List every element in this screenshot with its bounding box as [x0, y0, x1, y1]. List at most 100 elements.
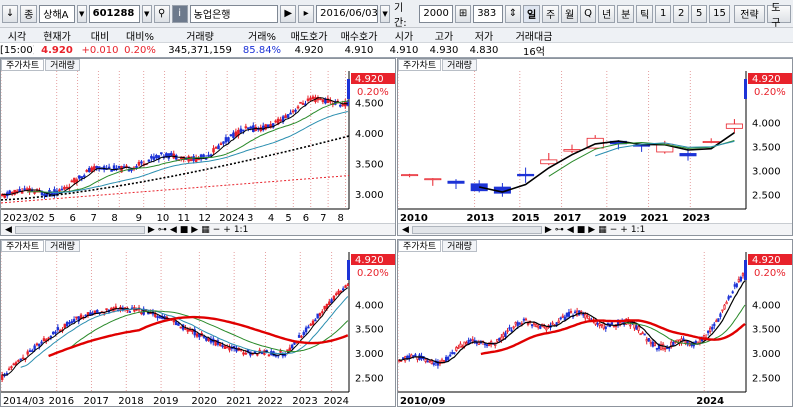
candle-body: [641, 332, 644, 335]
candle-body: [727, 296, 730, 300]
candle-body: [207, 154, 210, 157]
quote-value-change-pct: 0.20%: [124, 45, 156, 56]
strategy-button[interactable]: 전략: [733, 4, 766, 23]
chart-pane-daily[interactable]: 주가차트 거래량 4.500 4.000 3.500 3.000 4.920 0.20% 202…: [0, 58, 396, 236]
stop-icon[interactable]: ■: [180, 225, 189, 235]
candle-body: [318, 312, 322, 316]
scrollbar-track[interactable]: [411, 225, 542, 234]
candle-body: [207, 338, 210, 341]
scroll-left-icon[interactable]: ◀: [402, 225, 409, 235]
candle-body: [179, 157, 183, 160]
scroll-right-icon[interactable]: ▶: [148, 225, 155, 235]
market-select[interactable]: 상해A: [39, 4, 75, 23]
candle-body: [33, 345, 36, 350]
grid-icon[interactable]: ▦: [201, 225, 210, 235]
candle-body: [537, 325, 540, 328]
scrollbar-track[interactable]: [14, 225, 145, 234]
quote-header-bid: 매수호가: [340, 31, 378, 43]
zoom-fit-icon[interactable]: ⊶: [158, 225, 167, 235]
search-icon[interactable]: ⚲: [153, 4, 170, 23]
candle-body: [582, 313, 585, 316]
tab-volume[interactable]: 거래량: [442, 240, 477, 252]
timeframe-quarter[interactable]: Q: [580, 4, 597, 23]
scroll-left-icon[interactable]: ◀: [5, 225, 12, 235]
step-icon[interactable]: ▸: [298, 4, 315, 23]
candle-body: [524, 318, 528, 321]
chart-pane-monthly[interactable]: 주가차트 거래량 4.000 3.500 3.000 2.500 4.920 0.20% 201…: [397, 239, 793, 407]
next-icon[interactable]: ▶: [191, 225, 198, 235]
toolbar: ↓ 종 상해A ▼ 601288 ▼ ⚲ i 농업은행 ▶ ▸ 2016/06/…: [0, 0, 793, 29]
candle-body: [83, 175, 86, 178]
timeframe-1[interactable]: 1: [655, 4, 672, 23]
timeframe-month[interactable]: 월: [561, 4, 579, 23]
candle-body: [447, 180, 465, 184]
zoom-out-icon[interactable]: −: [610, 225, 618, 235]
candle-body: [239, 128, 243, 133]
prev-icon[interactable]: ◀: [567, 225, 574, 235]
price-chart[interactable]: 4.0003.5003.0002.5004.9200.20%2010 2013 20…: [398, 71, 792, 225]
zoom-fit-icon[interactable]: ⊶: [555, 225, 564, 235]
period-input[interactable]: 2000: [419, 4, 453, 23]
candle-body: [311, 96, 315, 99]
tab-price-chart[interactable]: 주가차트: [1, 240, 45, 252]
play-icon[interactable]: ▶: [280, 4, 297, 23]
timeframe-tick[interactable]: 틱: [636, 4, 654, 23]
grid-icon[interactable]: ▦: [598, 225, 607, 235]
tab-price-chart[interactable]: 주가차트: [1, 59, 45, 71]
candle-body: [10, 191, 14, 194]
candle-body: [140, 161, 143, 164]
tab-price-chart[interactable]: 주가차트: [398, 240, 442, 252]
price-chart[interactable]: 4.000 3.500 3.000 2.500 4.920 0.20% 2010/09 202…: [398, 252, 792, 407]
timeframe-week[interactable]: 주: [542, 4, 560, 23]
timeframe-year[interactable]: 년: [598, 4, 616, 23]
candle-body: [152, 156, 156, 160]
code-dropdown-icon[interactable]: ▼: [141, 4, 152, 23]
chart-pane-yearly[interactable]: 주가차트 거래량 4.000 3.500 3.000 2.500 4.920 0.20% 201…: [397, 58, 793, 236]
zoom-in-icon[interactable]: +: [620, 225, 628, 235]
candle-body: [530, 324, 534, 327]
stock-code-input[interactable]: 601288: [88, 4, 140, 23]
arrow-down-icon[interactable]: ↓: [2, 4, 19, 23]
scale-marker: [744, 79, 747, 99]
chart-pane-weekly[interactable]: 주가차트 거래량 4.000 3.500 3.000 2.500 4.920 0.20% 201…: [0, 239, 396, 407]
timeframe-2[interactable]: 2: [673, 4, 690, 23]
candle-body: [629, 324, 632, 327]
x-tick-label: 2016: [49, 396, 74, 407]
timeframe-day[interactable]: 일: [523, 4, 541, 23]
date-dropdown-icon[interactable]: ▼: [380, 4, 391, 23]
zoom-out-icon[interactable]: −: [213, 225, 221, 235]
lock-icon[interactable]: ⊞: [454, 4, 472, 23]
scroll-right-icon[interactable]: ▶: [545, 225, 552, 235]
price-chart[interactable]: 4.5004.0003.5003.0004.9200.20%2023/02 5 6 7…: [1, 71, 395, 225]
candle-body: [682, 338, 685, 341]
chart-scroll-controls[interactable]: ◀ ▶ ⊶ ◀ ■ ▶ ▦ − +1:1: [1, 223, 395, 235]
price-chart[interactable]: 4.000 3.500 3.000 2.500 4.920 0.20% 2014/03 201…: [1, 252, 395, 407]
next-icon[interactable]: ▶: [588, 225, 595, 235]
timeframe-15[interactable]: 15: [709, 4, 730, 23]
candle-body: [717, 318, 720, 322]
prev-icon[interactable]: ◀: [170, 225, 177, 235]
candle-body: [540, 159, 558, 165]
tab-price-chart[interactable]: 주가차트: [398, 59, 442, 71]
candle-body: [228, 347, 231, 351]
scroll-icon[interactable]: ⇕: [504, 4, 522, 23]
candle-body: [563, 316, 566, 321]
market-dropdown-icon[interactable]: ▼: [76, 4, 87, 23]
jong-button[interactable]: 종: [20, 4, 38, 23]
stop-icon[interactable]: ■: [577, 225, 586, 235]
tab-volume[interactable]: 거래량: [45, 59, 80, 71]
count-input[interactable]: 383: [473, 4, 503, 23]
candle-body: [78, 175, 81, 179]
zoom-in-icon[interactable]: +: [223, 225, 231, 235]
tab-volume[interactable]: 거래량: [442, 59, 477, 71]
timeframe-5[interactable]: 5: [691, 4, 708, 23]
stock-info-icon[interactable]: i: [171, 4, 188, 23]
quote-header-current-price: 현재가: [43, 31, 71, 43]
tools-button[interactable]: 도구: [767, 3, 791, 29]
candle-body: [517, 173, 535, 177]
chart-scroll-controls[interactable]: ◀ ▶ ⊶ ◀ ■ ▶ ▦ − +1:1: [398, 223, 792, 235]
timeframe-minute[interactable]: 분: [617, 4, 635, 23]
tab-volume[interactable]: 거래량: [45, 240, 80, 252]
candle-body: [729, 295, 732, 298]
date-input[interactable]: 2016/06/03: [316, 4, 379, 23]
